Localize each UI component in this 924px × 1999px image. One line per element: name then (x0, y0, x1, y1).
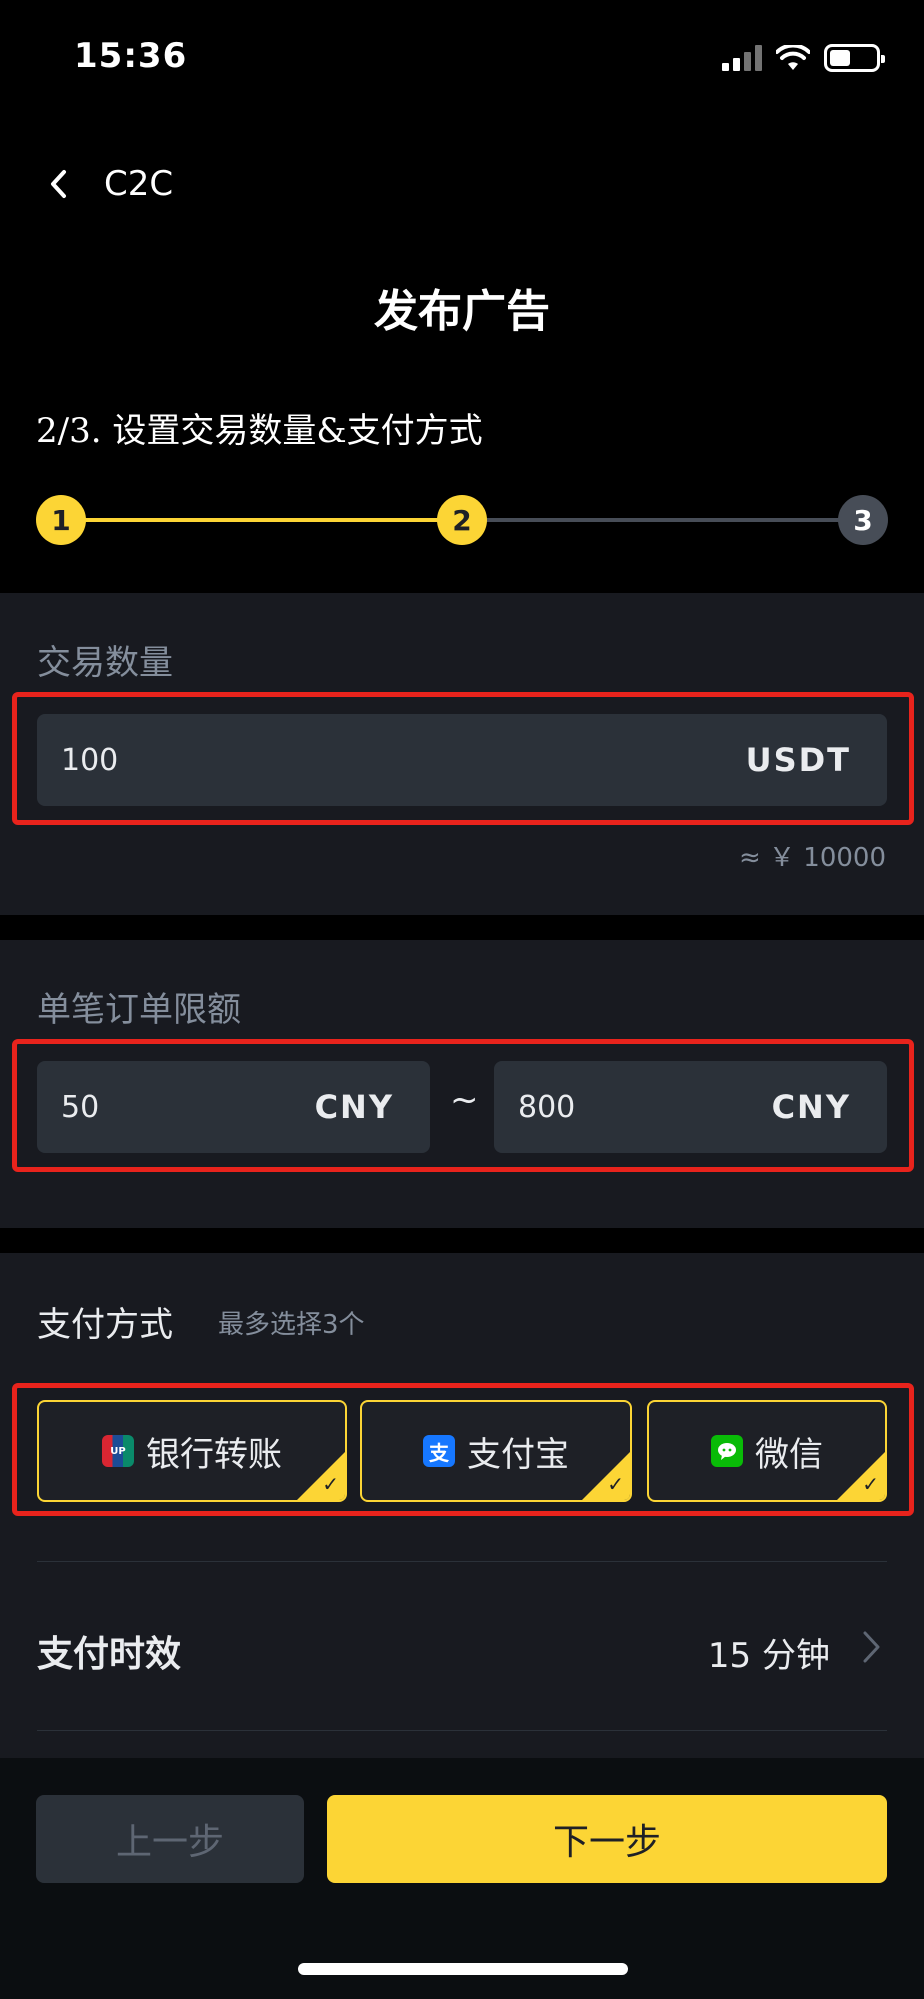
cellular-signal-icon (722, 45, 762, 71)
wechat-icon (711, 1435, 743, 1467)
payment-method-wechat[interactable]: 微信 ✓ (647, 1400, 887, 1502)
page-title: 发布广告 (374, 286, 550, 337)
status-bar: 15:36 (0, 0, 924, 120)
quantity-value: 100 (61, 742, 119, 778)
check-icon: ✓ (862, 1472, 879, 1496)
divider (37, 1561, 887, 1562)
step-2-dot: 2 (437, 495, 487, 545)
max-limit-input[interactable]: 800 CNY (494, 1061, 887, 1153)
quantity-section: 交易数量 100 USDT ≈ ￥ 10000 (0, 593, 924, 915)
payment-method-alipay[interactable]: 支 支付宝 ✓ (360, 1400, 632, 1502)
payment-time-value[interactable]: 15 分钟 (708, 1628, 830, 1677)
payment-method-label: 微信 (755, 1434, 823, 1475)
stepper-line-done (61, 518, 461, 522)
divider (37, 1730, 887, 1731)
nav-bar: C2C (0, 140, 924, 230)
back-chevron-icon[interactable] (44, 164, 74, 204)
chevron-right-icon[interactable] (860, 1627, 884, 1667)
previous-step-button[interactable]: 上一步 (36, 1795, 304, 1883)
payment-method-label: 银行转账 (146, 1434, 282, 1475)
progress-stepper: 1 2 3 (36, 495, 888, 545)
min-limit-value: 50 (61, 1089, 100, 1125)
min-limit-unit: CNY (314, 1088, 394, 1126)
check-icon: ✓ (322, 1472, 339, 1496)
payment-title: 支付方式 (37, 1305, 173, 1345)
wifi-icon (776, 45, 810, 70)
quantity-label: 交易数量 (37, 643, 173, 683)
payment-time-label[interactable]: 支付时效 (37, 1625, 181, 1677)
payment-subtitle: 最多选择3个 (218, 1310, 365, 1340)
alipay-icon: 支 (423, 1435, 455, 1467)
next-step-button[interactable]: 下一步 (327, 1795, 887, 1883)
min-limit-input[interactable]: 50 CNY (37, 1061, 430, 1153)
payment-method-label: 支付宝 (467, 1434, 569, 1475)
back-label[interactable]: C2C (104, 164, 173, 204)
step-description: 2/3. 设置交易数量&支付方式 (36, 411, 483, 451)
max-limit-value: 800 (518, 1089, 576, 1125)
home-indicator[interactable] (298, 1963, 628, 1975)
step-3-dot: 3 (838, 495, 888, 545)
quantity-input[interactable]: 100 USDT (37, 714, 887, 806)
unionpay-icon: UP (102, 1435, 134, 1467)
limit-section: 单笔订单限额 50 CNY ~ 800 CNY (0, 940, 924, 1228)
limit-label: 单笔订单限额 (37, 990, 241, 1030)
max-limit-unit: CNY (771, 1088, 851, 1126)
status-time: 15:36 (74, 36, 188, 76)
step-1-dot: 1 (36, 495, 86, 545)
status-icons (722, 44, 885, 72)
payment-method-bank[interactable]: UP 银行转账 ✓ (37, 1400, 347, 1502)
quantity-approx-value: ≈ ￥ 10000 (738, 843, 886, 873)
check-icon: ✓ (607, 1472, 624, 1496)
quantity-unit: USDT (745, 741, 851, 779)
stepper-line-pending (461, 518, 861, 522)
battery-icon (824, 44, 885, 72)
range-separator: ~ (450, 1080, 479, 1120)
